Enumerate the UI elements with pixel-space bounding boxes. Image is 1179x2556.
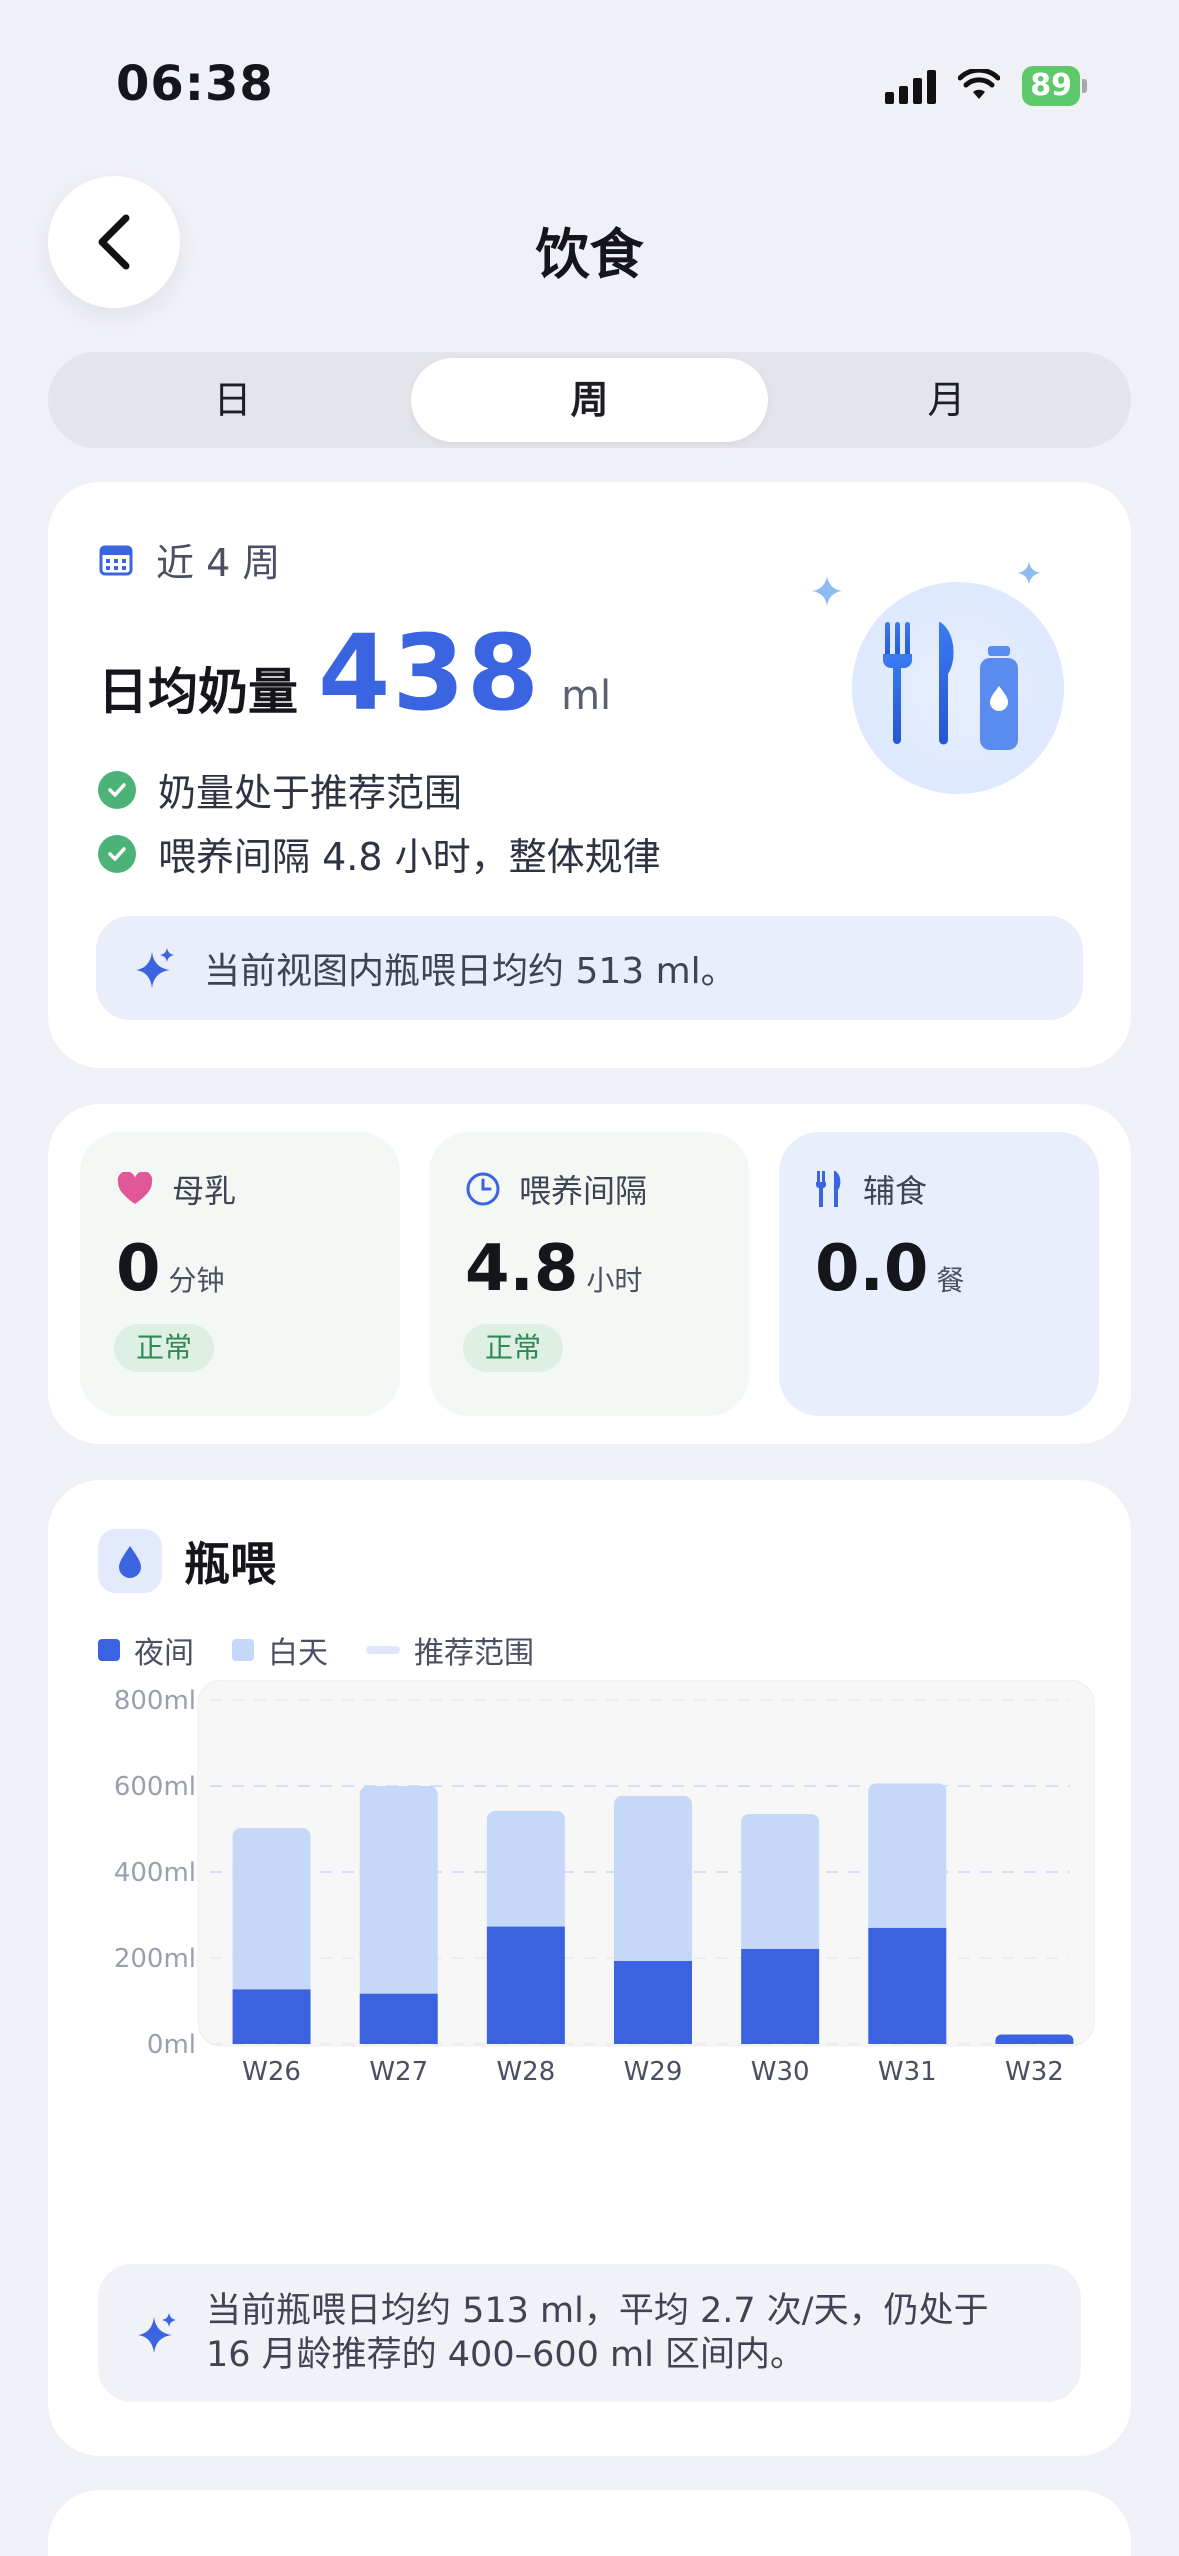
y-tick-label: 200ml bbox=[114, 1944, 196, 1974]
clock-icon bbox=[466, 1172, 500, 1206]
bar-day bbox=[741, 1813, 820, 1949]
summary-card: 近 4 周 日均奶量 438 ml 奶量处于推荐范围 喂养间隔 4.8 小时，整… bbox=[48, 482, 1131, 1068]
daily-average: 日均奶量 438 ml bbox=[98, 612, 611, 734]
stat-label: 喂养间隔 bbox=[519, 1172, 648, 1210]
cellular-signal-icon bbox=[885, 68, 937, 104]
sparkle-icon bbox=[136, 948, 174, 988]
wifi-icon bbox=[958, 69, 1001, 99]
y-tick-label: 400ml bbox=[114, 1858, 196, 1888]
check-item: 奶量处于推荐范围 bbox=[98, 762, 462, 817]
legend-label: 推荐范围 bbox=[414, 1636, 534, 1671]
bottle-feeding-card: 瓶喂 夜间 白天 推荐范围 0ml 200ml 400ml 600ml 800ml W26… bbox=[48, 1480, 1131, 2456]
sparkle-icon bbox=[138, 2313, 176, 2353]
sparkle-small-icon bbox=[1017, 561, 1041, 585]
calendar-icon bbox=[99, 545, 133, 575]
bar-night bbox=[995, 2034, 1074, 2044]
bar-night bbox=[359, 1993, 438, 2044]
heart-icon bbox=[117, 1172, 153, 1204]
stat-number: 4.8 bbox=[465, 1232, 579, 1306]
tab-week[interactable]: 周 bbox=[411, 358, 768, 442]
x-tick-label: W26 bbox=[242, 2057, 301, 2087]
tab-day[interactable]: 日 bbox=[54, 358, 411, 442]
daily-average-unit: ml bbox=[561, 673, 612, 719]
check-circle-icon bbox=[98, 770, 136, 809]
next-section-card bbox=[48, 2490, 1131, 2556]
summary-note-text: 当前视图内瓶喂日均约 513 ml。 bbox=[204, 951, 737, 992]
bar-day bbox=[868, 1783, 947, 1928]
bar-night bbox=[741, 1948, 820, 2044]
x-tick-label: W27 bbox=[369, 2057, 428, 2087]
x-tick-label: W31 bbox=[878, 2057, 937, 2087]
x-tick-label: W30 bbox=[751, 2057, 810, 2087]
y-tick-label: 600ml bbox=[114, 1772, 196, 1802]
status-badge: 正常 bbox=[463, 1324, 563, 1372]
x-tick-label: W28 bbox=[496, 2057, 555, 2087]
stat-number: 0 bbox=[116, 1232, 161, 1306]
bar-day bbox=[232, 1828, 311, 1990]
chart-title-text: 瓶喂 bbox=[184, 1537, 276, 1591]
chart-title: 瓶喂 bbox=[98, 1528, 276, 1594]
stat-label: 辅食 bbox=[863, 1172, 928, 1210]
chart-note: 当前瓶喂日均约 513 ml，平均 2.7 次/天，仍处于 16 月龄推荐的 4… bbox=[98, 2264, 1081, 2402]
bar-night bbox=[868, 1927, 947, 2044]
legend-item: 夜间 bbox=[98, 1628, 194, 1672]
stat-solid-food[interactable]: 辅食 0.0 餐 bbox=[779, 1132, 1099, 1416]
bar-night bbox=[614, 1961, 692, 2044]
bar-day bbox=[614, 1795, 692, 1962]
stats-card: 母乳 0 分钟 正常 喂养间隔 4.8 小时 正常 辅食 0.0 餐 bbox=[48, 1104, 1131, 1444]
bar-day bbox=[359, 1786, 438, 1994]
period-label: 近 4 周 bbox=[98, 532, 280, 587]
status-icons: 89 bbox=[885, 66, 1087, 106]
daily-average-label: 日均奶量 bbox=[98, 663, 298, 721]
sparkle-icon bbox=[812, 576, 842, 606]
stat-head: 辅食 bbox=[815, 1166, 927, 1212]
stat-value: 0.0 餐 bbox=[815, 1232, 964, 1306]
battery-level: 89 bbox=[1022, 66, 1080, 106]
check-item-text: 奶量处于推荐范围 bbox=[158, 771, 463, 815]
x-tick-label: W32 bbox=[1005, 2057, 1064, 2087]
stat-value: 0 分钟 bbox=[116, 1232, 225, 1306]
bar-night bbox=[232, 1989, 311, 2044]
y-tick-label: 800ml bbox=[114, 1686, 196, 1716]
water-drop-icon bbox=[98, 1529, 162, 1593]
check-item-text: 喂养间隔 4.8 小时，整体规律 bbox=[158, 835, 661, 879]
period-segmented-control: 日 周 月 bbox=[48, 352, 1131, 448]
stat-number: 0.0 bbox=[815, 1232, 929, 1306]
page-title: 饮食 bbox=[535, 223, 644, 286]
fork-knife-bottle-icon bbox=[883, 622, 1018, 750]
legend-label: 白天 bbox=[268, 1636, 328, 1671]
check-circle-icon bbox=[98, 834, 136, 873]
stat-unit: 分钟 bbox=[168, 1264, 225, 1297]
bottle-feeding-chart: 0ml 200ml 400ml 600ml 800ml W26 W27 W28 W29 W30 W3… bbox=[114, 1680, 1095, 2087]
bar-day bbox=[486, 1810, 565, 1927]
daily-average-value: 438 bbox=[318, 612, 542, 734]
stat-value: 4.8 小时 bbox=[465, 1232, 642, 1306]
bar-night bbox=[486, 1926, 565, 2044]
check-item: 喂养间隔 4.8 小时，整体规律 bbox=[98, 826, 661, 881]
chart-note-line: 当前瓶喂日均约 513 ml，平均 2.7 次/天，仍处于 bbox=[206, 2291, 989, 2331]
status-badge: 正常 bbox=[114, 1324, 214, 1372]
battery-icon: 89 bbox=[1022, 66, 1087, 106]
legend-item: 白天 bbox=[232, 1628, 328, 1672]
stat-label: 母乳 bbox=[172, 1172, 237, 1210]
x-tick-label: W29 bbox=[624, 2057, 683, 2087]
stat-feeding-interval[interactable]: 喂养间隔 4.8 小时 正常 bbox=[429, 1132, 749, 1416]
stat-head: 喂养间隔 bbox=[465, 1166, 647, 1212]
legend-label: 夜间 bbox=[134, 1636, 194, 1671]
chart-note-line: 16 月龄推荐的 400–600 ml 区间内。 bbox=[206, 2335, 805, 2375]
status-time: 06:38 bbox=[116, 56, 274, 112]
chart-legend: 夜间 白天 推荐范围 bbox=[98, 1628, 534, 1672]
tab-month[interactable]: 月 bbox=[768, 358, 1125, 442]
feeding-illustration bbox=[852, 582, 1064, 794]
stat-breastfeeding[interactable]: 母乳 0 分钟 正常 bbox=[80, 1132, 400, 1416]
period-text: 近 4 周 bbox=[156, 541, 281, 585]
summary-note: 当前视图内瓶喂日均约 513 ml。 bbox=[96, 916, 1083, 1020]
stat-unit: 小时 bbox=[586, 1264, 643, 1297]
utensils-icon bbox=[816, 1171, 841, 1207]
y-tick-label: 0ml bbox=[147, 2030, 196, 2060]
stat-unit: 餐 bbox=[936, 1264, 965, 1297]
legend-item: 推荐范围 bbox=[366, 1628, 534, 1672]
stat-head: 母乳 bbox=[116, 1166, 236, 1212]
